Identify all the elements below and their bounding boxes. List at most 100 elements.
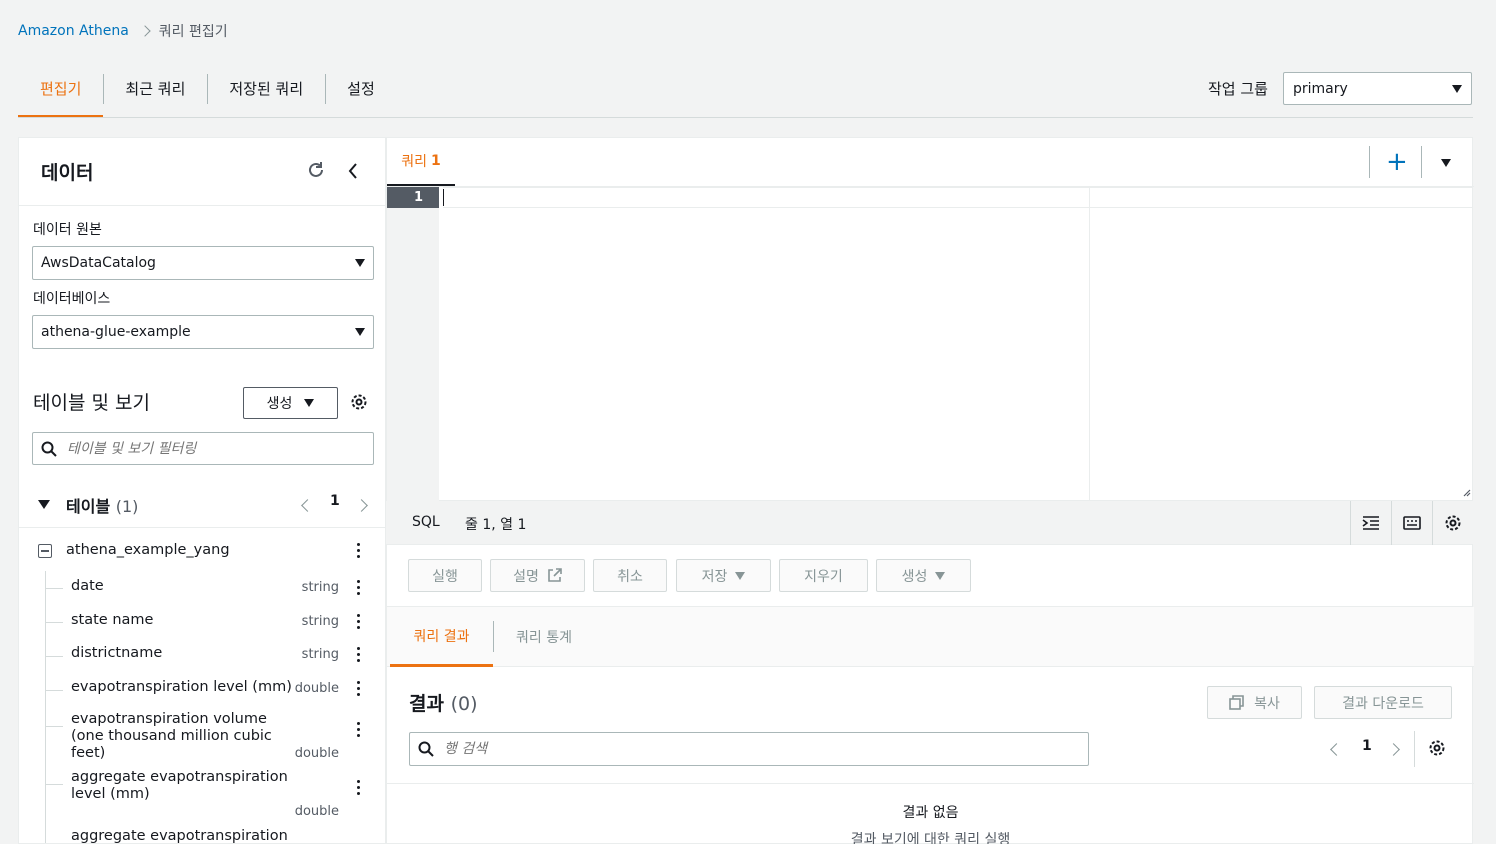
kebab-menu-icon[interactable] (357, 681, 361, 696)
tab-query-1[interactable]: 쿼리 1 (387, 138, 455, 186)
chevron-left-icon[interactable] (347, 162, 359, 184)
column-name: evapotranspiration volume (one thousand … (71, 711, 272, 761)
save-button[interactable]: 저장 (676, 559, 771, 592)
resize-handle-icon[interactable] (1461, 487, 1471, 497)
tab-editor[interactable]: 편집기 (18, 70, 104, 118)
tables-label: 테이블 (1) (66, 493, 138, 517)
kebab-menu-icon[interactable] (357, 543, 361, 558)
tab-query-stats[interactable]: 쿼리 통계 (516, 607, 572, 667)
run-button[interactable]: 실행 (408, 559, 482, 592)
caret-down-icon[interactable] (38, 500, 50, 509)
caret-down-icon (355, 259, 365, 267)
column-type: double (294, 681, 339, 696)
cancel-label: 취소 (617, 568, 643, 585)
copy-icon (1229, 695, 1244, 710)
caret-down-icon (935, 571, 946, 580)
workgroup-value: primary (1293, 80, 1348, 97)
tree-branch (45, 726, 63, 727)
breadcrumb-root-link[interactable]: Amazon Athena (18, 23, 129, 39)
chevron-right-icon[interactable] (355, 499, 368, 512)
tab-saved-queries[interactable]: 저장된 쿼리 (207, 70, 325, 118)
tab-recent-queries[interactable]: 최근 쿼리 (103, 70, 207, 118)
tab-settings[interactable]: 설정 (325, 70, 397, 118)
chevron-left-icon[interactable] (1330, 743, 1343, 756)
create-button[interactable]: 생성 (876, 559, 971, 592)
download-results-button[interactable]: 결과 다운로드 (1314, 686, 1452, 719)
data-panel: 데이터 데이터 원본 AwsDataCatalog 데이터베이스 athena-… (18, 137, 386, 844)
explain-button[interactable]: 설명 (490, 559, 585, 592)
results-page-number: 1 (1362, 738, 1372, 754)
empty-state-subtitle: 결과 보기에 대한 쿼리 실행 (850, 832, 1011, 844)
chevron-left-icon[interactable] (301, 499, 314, 512)
workgroup-select[interactable]: primary (1283, 72, 1472, 105)
column-type: double (294, 746, 339, 761)
gear-icon[interactable] (1432, 501, 1473, 545)
query-tab-label: 쿼리 (401, 154, 427, 170)
data-source-select[interactable]: AwsDataCatalog (32, 246, 374, 280)
column-type: double (294, 804, 339, 819)
gear-icon[interactable] (1428, 739, 1446, 761)
row-search-field[interactable] (409, 732, 1089, 766)
results-tabs: 쿼리 결과 쿼리 통계 (387, 607, 1474, 667)
tables-filter-input[interactable] (67, 440, 357, 457)
caret-down-icon (735, 571, 746, 580)
kebab-menu-icon[interactable] (357, 580, 361, 595)
format-query-icon[interactable] (1350, 501, 1391, 545)
create-table-button[interactable]: 생성 (243, 387, 338, 419)
table-node[interactable]: athena_example_yang (19, 537, 385, 571)
clear-button[interactable]: 지우기 (779, 559, 868, 592)
database-select[interactable]: athena-glue-example (32, 315, 374, 349)
tree-branch (45, 784, 63, 785)
tree-branch (45, 656, 63, 657)
tree-branch (45, 588, 63, 589)
caret-down-icon[interactable] (1441, 159, 1451, 167)
row-search-input[interactable] (444, 741, 1064, 757)
empty-state-title: 결과 없음 (902, 805, 959, 821)
caret-down-icon (355, 328, 365, 336)
collapse-node-icon[interactable] (38, 544, 52, 558)
column-item[interactable]: state name string (19, 605, 385, 639)
cursor-position: 줄 1, 열 1 (465, 517, 527, 533)
table-tree: athena_example_yang date string state na… (19, 537, 385, 843)
column-item[interactable]: date string (19, 571, 385, 605)
database-value: athena-glue-example (41, 324, 191, 340)
column-item[interactable]: evapotranspiration volume (one thousand … (19, 705, 385, 763)
editor-status-bar: SQL 줄 1, 열 1 (386, 501, 1473, 545)
breadcrumb: Amazon Athena 쿼리 편집기 (18, 21, 228, 41)
chevron-right-icon (139, 25, 151, 37)
caret-down-icon (304, 399, 315, 407)
results-count: (0) (450, 693, 478, 715)
chevron-right-icon[interactable] (1387, 743, 1400, 756)
tab-query-results[interactable]: 쿼리 결과 (390, 607, 493, 667)
cancel-button[interactable]: 취소 (593, 559, 667, 592)
results-panel: 쿼리 결과 쿼리 통계 결과 (0) 복사 결과 다운로드 1 결과 없음 결과… (386, 606, 1474, 844)
divider (493, 621, 494, 652)
line-number: 1 (387, 187, 439, 208)
column-item[interactable]: districtname string (19, 639, 385, 673)
column-item[interactable]: evapotranspiration level (mm) double (19, 673, 385, 705)
column-item[interactable]: aggregate evapotranspiration level (mm) … (19, 763, 385, 822)
search-icon (418, 741, 434, 757)
copy-button[interactable]: 복사 (1207, 686, 1302, 719)
tables-views-title: 테이블 및 보기 (33, 392, 150, 414)
column-item[interactable]: aggregate evapotranspiration volume (19, 822, 385, 843)
tabs-divider (18, 117, 1473, 118)
kebab-menu-icon[interactable] (357, 647, 361, 662)
results-divider (387, 783, 1474, 784)
run-label: 실행 (432, 568, 458, 585)
line-gutter (387, 187, 439, 503)
active-line-highlight (443, 187, 1473, 208)
tables-page-number: 1 (330, 493, 340, 509)
main-tabs: 편집기 최근 쿼리 저장된 쿼리 설정 (18, 70, 397, 118)
kebab-menu-icon[interactable] (357, 614, 361, 629)
print-margin (1089, 187, 1090, 503)
sql-editor[interactable]: 1 (387, 186, 1474, 503)
kebab-menu-icon[interactable] (357, 722, 361, 737)
plus-icon[interactable]: + (1386, 149, 1408, 175)
tables-filter-field[interactable] (32, 432, 374, 465)
refresh-icon[interactable] (306, 160, 326, 184)
text-cursor (443, 189, 444, 206)
keyboard-icon[interactable] (1391, 501, 1432, 545)
kebab-menu-icon[interactable] (357, 780, 361, 795)
gear-icon[interactable] (350, 393, 368, 415)
